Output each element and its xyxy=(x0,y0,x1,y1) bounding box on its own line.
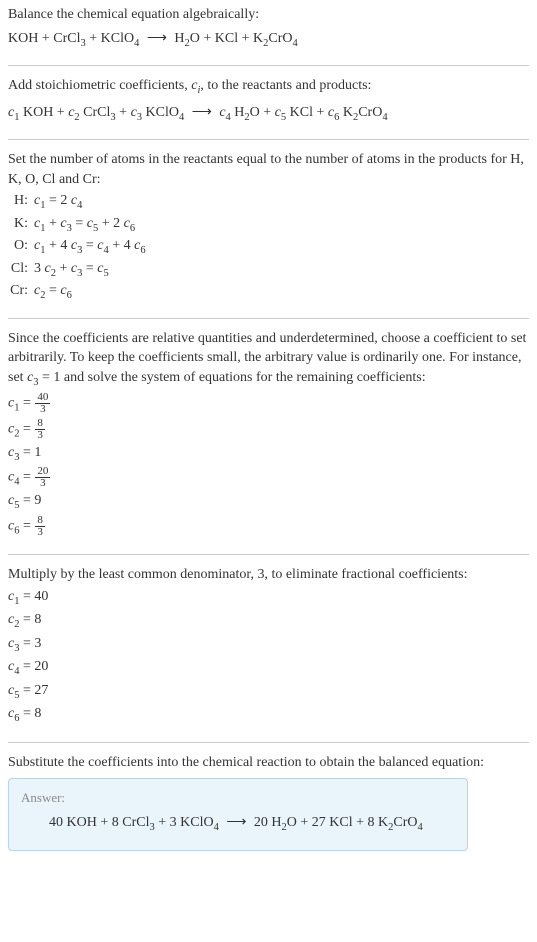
arrow-icon: ⟶ xyxy=(192,103,212,123)
solve-intro: Since the coefficients are relative quan… xyxy=(8,329,529,391)
coef-equation: c1 KOH + c2 CrCl3 + c3 KClO4 ⟶ c4 H2O + … xyxy=(8,103,529,125)
answer-label: Answer: xyxy=(21,789,455,807)
arrow-icon: ⟶ xyxy=(147,29,167,49)
arrow-icon: ⟶ xyxy=(226,813,246,833)
section-solve: Since the coefficients are relative quan… xyxy=(8,329,529,555)
coef-intro: Add stoichiometric coefficients, ci, to … xyxy=(8,76,529,98)
atom-row-cl: Cl: 3 c2 + c3 = c5 xyxy=(8,259,529,281)
multiply-intro: Multiply by the least common denominator… xyxy=(8,565,529,585)
section-multiply: Multiply by the least common denominator… xyxy=(8,565,529,743)
atom-intro: Set the number of atoms in the reactants… xyxy=(8,150,529,189)
integer-coefficients: c1 = 40 c2 = 8 c3 = 3 c4 = 20 c5 = 27 c6… xyxy=(8,587,529,727)
substitute-intro: Substitute the coefficients into the che… xyxy=(8,753,529,773)
atom-row-h: H: c1 = 2 c4 xyxy=(8,191,529,213)
section-coefficients: Add stoichiometric coefficients, ci, to … xyxy=(8,76,529,140)
section-atom-balance: Set the number of atoms in the reactants… xyxy=(8,150,529,319)
atom-row-o: O: c1 + 4 c3 = c4 + 4 c6 xyxy=(8,236,529,258)
balanced-equation: 40 KOH + 8 CrCl3 + 3 KClO4 ⟶ 20 H2O + 27… xyxy=(21,813,455,835)
intro-text: Balance the chemical equation algebraica… xyxy=(8,5,529,25)
unbalanced-equation: KOH + CrCl3 + KClO4 ⟶ H2O + KCl + K2CrO4 xyxy=(8,29,529,51)
atom-row-k: K: c1 + c3 = c5 + 2 c6 xyxy=(8,214,529,236)
answer-box: Answer: 40 KOH + 8 CrCl3 + 3 KClO4 ⟶ 20 … xyxy=(8,778,468,851)
fractional-coefficients: c1 = 403 c2 = 83 c3 = 1 c4 = 203 c5 = 9 … xyxy=(8,392,529,539)
atom-table: H: c1 = 2 c4 K: c1 + c3 = c5 + 2 c6 O: c… xyxy=(8,191,529,303)
section-answer: Substitute the coefficients into the che… xyxy=(8,753,529,851)
atom-row-cr: Cr: c2 = c6 xyxy=(8,281,529,303)
section-balance-intro: Balance the chemical equation algebraica… xyxy=(8,5,529,66)
